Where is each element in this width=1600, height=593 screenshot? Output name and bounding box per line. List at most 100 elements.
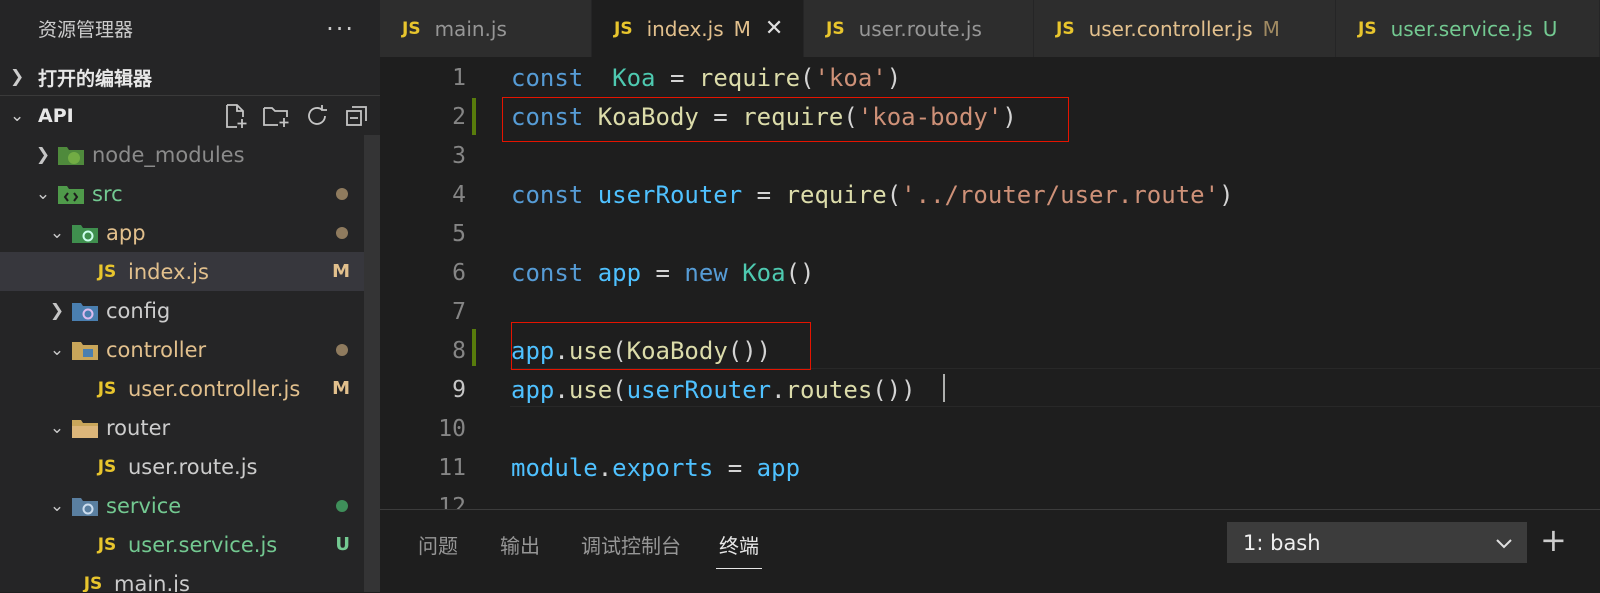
code-token: require (785, 180, 887, 209)
tab-user-service-js[interactable]: JS user.service.js U (1336, 0, 1600, 57)
tree-item-user-service-js[interactable]: JS user.service.js U (0, 525, 364, 564)
tree-item-label: user.controller.js (128, 376, 301, 401)
code-line[interactable]: 4 const userRouter = require('../router/u… (380, 175, 1600, 214)
tab-label: user.route.js (858, 16, 982, 41)
line-number: 4 (452, 181, 466, 208)
code-token: userRouter (597, 180, 743, 209)
project-name: API (38, 105, 74, 127)
line-number: 5 (452, 220, 466, 247)
tree-item-label: controller (106, 337, 207, 362)
git-status-badge: M (332, 261, 350, 282)
tree-item-service[interactable]: ⌄ service (0, 486, 364, 525)
code-line[interactable]: 11 module.exports = app (380, 448, 1600, 487)
text-cursor (943, 374, 945, 402)
code-line[interactable]: 6 const app = new Koa() (380, 253, 1600, 292)
js-file-icon: JS (97, 261, 117, 282)
modified-dot-icon (336, 187, 348, 200)
tree-item-app[interactable]: ⌄ app (0, 213, 364, 252)
explorer-sidebar: 资源管理器 ··· ❯ 打开的编辑器 ⌄ API ❯ node_modules (0, 0, 380, 592)
line-number: 3 (452, 142, 466, 169)
code-line[interactable]: 12 (380, 487, 1600, 510)
code-token: = (641, 258, 685, 287)
tab-problems[interactable]: 问题 (418, 530, 458, 559)
tab-user-controller-js[interactable]: JS user.controller.js M (1034, 0, 1336, 57)
more-actions-icon[interactable]: ··· (326, 15, 355, 43)
new-file-icon[interactable] (222, 103, 248, 129)
code-token: = (742, 180, 786, 209)
js-file-icon: JS (97, 378, 117, 399)
code-line[interactable]: 5 (380, 214, 1600, 253)
open-editors-section[interactable]: ❯ 打开的编辑器 (0, 58, 380, 96)
tree-item-user-controller-js[interactable]: JS user.controller.js M (0, 369, 364, 408)
explorer-header: 资源管理器 ··· (0, 0, 380, 57)
tree-item-main-js[interactable]: JS main.js (0, 564, 364, 593)
code-line[interactable]: 1 const Koa = require('koa') (380, 58, 1600, 97)
code-text: const Koa = require('koa') (511, 64, 901, 92)
project-section[interactable]: ⌄ API (0, 97, 380, 135)
chevron-down-icon: ⌄ (49, 495, 65, 516)
explorer-title: 资源管理器 (38, 19, 134, 41)
tree-item-node-modules[interactable]: ❯ node_modules (0, 135, 364, 174)
code-token: 'koa' (814, 63, 887, 92)
line-number: 1 (452, 64, 466, 91)
tree-item-label: user.service.js (128, 532, 278, 557)
js-file-icon: JS (83, 573, 103, 593)
tree-item-label: node_modules (92, 142, 245, 167)
refresh-icon[interactable] (304, 103, 330, 129)
tree-item-label: user.route.js (128, 454, 258, 479)
code-token: app (756, 453, 801, 482)
tab-label: user.service.js (1390, 16, 1533, 41)
code-text: app.use(userRouter.routes()) (511, 376, 916, 404)
code-editor[interactable]: 1 const Koa = require('koa') 2 const KoaBod… (380, 57, 1600, 509)
new-folder-icon[interactable] (262, 103, 290, 129)
terminal-select[interactable]: 1: bash (1227, 522, 1527, 563)
code-token: app (597, 258, 642, 287)
code-token: app (511, 375, 555, 404)
code-token: ( (800, 63, 815, 92)
open-editors-label: 打开的编辑器 (38, 67, 153, 90)
code-token: routes (785, 375, 873, 404)
add-terminal-button[interactable]: + (1540, 524, 1567, 556)
tab-output[interactable]: 输出 (500, 530, 540, 559)
tab-index-js[interactable]: JS index.js M ✕ (592, 0, 804, 57)
tree-item-label: router (106, 415, 171, 440)
app-folder-icon (70, 221, 100, 245)
sidebar-scrollbar[interactable] (364, 135, 380, 592)
tree-item-index-js[interactable]: JS index.js M (0, 252, 364, 291)
code-text: const userRouter = require('../router/us… (511, 181, 1234, 209)
tree-item-router[interactable]: ⌄ router (0, 408, 364, 447)
tab-git-status: M (733, 16, 751, 41)
line-number: 12 (438, 493, 466, 510)
tab-debug-console[interactable]: 调试控制台 (581, 530, 681, 559)
chevron-right-icon: ❯ (49, 300, 65, 321)
code-line[interactable]: 10 (380, 409, 1600, 448)
code-token: const (511, 258, 584, 287)
chevron-down-icon (1496, 538, 1512, 548)
tab-terminal[interactable]: 终端 (719, 530, 759, 559)
tree-item-label: service (106, 493, 182, 518)
collapse-all-icon[interactable] (344, 103, 370, 129)
chevron-down-icon: ⌄ (10, 106, 25, 126)
chevron-right-icon: ❯ (10, 67, 25, 87)
tree-item-controller[interactable]: ⌄ controller (0, 330, 364, 369)
tree-item-label: index.js (128, 259, 209, 284)
chevron-down-icon: ⌄ (35, 183, 51, 204)
close-icon[interactable]: ✕ (765, 16, 783, 41)
line-number: 6 (452, 259, 466, 286)
line-number: 2 (452, 103, 466, 130)
file-tree: ❯ node_modules ⌄ src ⌄ app JS index.js M… (0, 135, 364, 592)
tree-item-config[interactable]: ❯ config (0, 291, 364, 330)
code-token: = (713, 453, 757, 482)
tab-main-js[interactable]: JS main.js (380, 0, 592, 57)
tree-item-user-route-js[interactable]: JS user.route.js (0, 447, 364, 486)
tab-user-route-js[interactable]: JS user.route.js (804, 0, 1034, 57)
tab-git-status: M (1262, 16, 1280, 41)
line-number: 9 (452, 376, 466, 403)
tree-item-src[interactable]: ⌄ src (0, 174, 364, 213)
git-status-badge: M (332, 378, 350, 399)
code-line[interactable]: 9 app.use(userRouter.routes()) (380, 370, 1600, 409)
tab-git-status: U (1542, 16, 1558, 41)
